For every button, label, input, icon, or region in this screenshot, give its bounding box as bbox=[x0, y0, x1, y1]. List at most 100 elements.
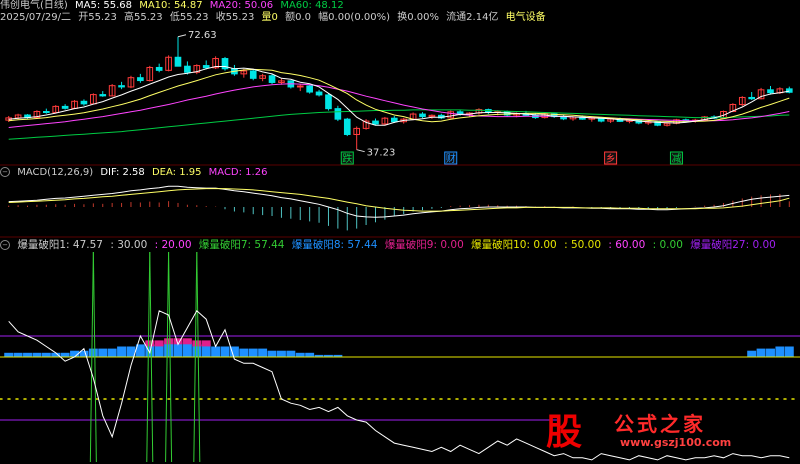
volume-bar bbox=[775, 346, 785, 357]
volume-bar bbox=[239, 348, 249, 357]
candle-body bbox=[137, 77, 144, 82]
indicator-header: − 爆量破阳1: 47.57 : 30.00 : 20.00 爆量破阳7: 57… bbox=[0, 239, 780, 251]
volume-bar bbox=[747, 350, 757, 357]
ind-l6: 爆量破阳9: 0.00 bbox=[384, 239, 464, 251]
volume-bar bbox=[784, 346, 794, 357]
ind-l11: 爆量破阳27: 0.00 bbox=[690, 239, 776, 251]
ma60-label: MA60: 48.12 bbox=[280, 0, 344, 11]
candle-body bbox=[315, 91, 323, 96]
volume-bar bbox=[295, 352, 305, 357]
candle-body bbox=[748, 96, 755, 100]
volume-bar bbox=[23, 352, 32, 357]
quote-volume: 量0 bbox=[261, 12, 278, 23]
quote-open: 开55.23 bbox=[78, 12, 117, 23]
event-marker-label: 乡 bbox=[606, 153, 616, 165]
candlestick-series bbox=[5, 36, 793, 150]
quote-close: 收55.23 bbox=[215, 12, 255, 23]
macd-value: MACD: 1.26 bbox=[208, 167, 268, 178]
candle-body bbox=[325, 94, 332, 110]
candle-body bbox=[118, 85, 125, 88]
volume-bar bbox=[258, 348, 268, 357]
volume-bar-highlight bbox=[154, 340, 164, 347]
candle-body bbox=[99, 94, 107, 97]
candle-body bbox=[419, 113, 426, 118]
macd-panel bbox=[8, 185, 790, 231]
volume-bar-highlight bbox=[201, 340, 211, 347]
volume-bar bbox=[107, 348, 117, 357]
collapse-icon[interactable]: − bbox=[0, 167, 10, 177]
volume-bar bbox=[88, 348, 98, 357]
quote-high: 高55.23 bbox=[124, 12, 163, 23]
candle-body bbox=[80, 100, 88, 105]
volume-bar-highlight bbox=[182, 338, 192, 345]
volume-bar bbox=[756, 348, 766, 357]
quote-date: 2025/07/29/二 bbox=[0, 12, 72, 23]
ind-l3: : 20.00 bbox=[154, 239, 192, 251]
watermark-url: www.gszj100.com bbox=[620, 436, 732, 449]
quote-float: 流通2.14亿 bbox=[446, 12, 499, 23]
quote-low: 低55.23 bbox=[169, 12, 209, 23]
volume-bar bbox=[305, 352, 315, 357]
quote-change: 幅0.00(0.00%) bbox=[318, 12, 391, 23]
volume-bar bbox=[13, 352, 23, 357]
ma20-label: MA20: 50.06 bbox=[209, 0, 274, 11]
candle-body bbox=[184, 65, 191, 73]
volume-bar-highlight bbox=[145, 340, 155, 347]
candle-body bbox=[343, 118, 351, 135]
low-arrow bbox=[356, 149, 365, 153]
watermark-logo: 股 bbox=[545, 411, 582, 453]
macd-dif: DIF: 2.58 bbox=[100, 167, 145, 178]
watermark-name: 公式之家 bbox=[614, 412, 706, 436]
candle-body bbox=[202, 65, 210, 69]
candle-body bbox=[334, 108, 342, 120]
candle-body bbox=[268, 75, 276, 83]
ind-l8: : 50.00 bbox=[564, 239, 601, 251]
volume-bar bbox=[60, 352, 70, 357]
volume-bar bbox=[98, 348, 108, 357]
dif-line bbox=[8, 185, 790, 218]
ind-l5: 爆量破阳8: 57.44 bbox=[291, 239, 378, 251]
volume-bar bbox=[41, 352, 51, 357]
ma10-label: MA10: 54.87 bbox=[139, 0, 203, 11]
candle-body bbox=[767, 89, 774, 94]
main-header: 伟创电气(日线) MA5: 55.68 MA10: 54.87 MA20: 50… bbox=[0, 0, 348, 12]
event-markers: 72.63 37.23 跌 财 乡 减 bbox=[177, 30, 683, 165]
quote-sector: 电气设备 bbox=[505, 12, 546, 23]
watermark: 股 公式之家 www.gszj100.com bbox=[534, 406, 774, 458]
high-price-label: 72.63 bbox=[188, 30, 217, 41]
candle-body bbox=[390, 117, 398, 123]
collapse-icon[interactable]: − bbox=[0, 240, 10, 250]
ind-l10: : 0.00 bbox=[652, 239, 683, 251]
volume-bar bbox=[32, 352, 42, 357]
quote-turnover: 换0.00% bbox=[397, 12, 439, 23]
macd-title[interactable]: MACD(12,26,9) bbox=[17, 167, 93, 178]
volume-bar bbox=[164, 342, 174, 357]
candle-body bbox=[306, 85, 313, 93]
volume-bar-highlight bbox=[192, 340, 202, 347]
volume-bar bbox=[220, 346, 230, 357]
moving-average-lines bbox=[8, 66, 790, 140]
candle-body bbox=[155, 66, 163, 71]
event-marker-label: 跌 bbox=[342, 152, 352, 165]
candle-body bbox=[43, 111, 50, 114]
volume-bar bbox=[766, 348, 775, 357]
volume-bar bbox=[117, 346, 127, 357]
volume-bar bbox=[4, 352, 14, 357]
high-arrow bbox=[177, 34, 187, 38]
ind-title-l1[interactable]: 爆量破阳1: 47.57 bbox=[17, 239, 103, 251]
ma5-label: MA5: 55.68 bbox=[75, 0, 133, 11]
volume-bar bbox=[211, 346, 221, 357]
stock-name[interactable]: 伟创电气(日线) bbox=[0, 0, 68, 11]
volume-bar bbox=[276, 350, 286, 357]
volume-bar bbox=[182, 342, 192, 357]
ind-l4: 爆量破阳7: 57.44 bbox=[198, 239, 285, 251]
quote-info: 2025/07/29/二 开55.23 高55.23 低55.23 收55.23… bbox=[0, 12, 550, 24]
candle-body bbox=[372, 120, 379, 125]
low-price-label: 37.23 bbox=[367, 148, 396, 159]
volume-bar bbox=[248, 348, 258, 357]
stock-chart[interactable]: 72.63 37.23 跌 财 乡 减 bbox=[0, 0, 800, 464]
volume-bar bbox=[267, 350, 277, 357]
ind-l7: 爆量破阳10: 0.00 bbox=[471, 239, 557, 251]
candle-body bbox=[174, 56, 182, 67]
quote-amount: 额0.0 bbox=[285, 12, 311, 23]
